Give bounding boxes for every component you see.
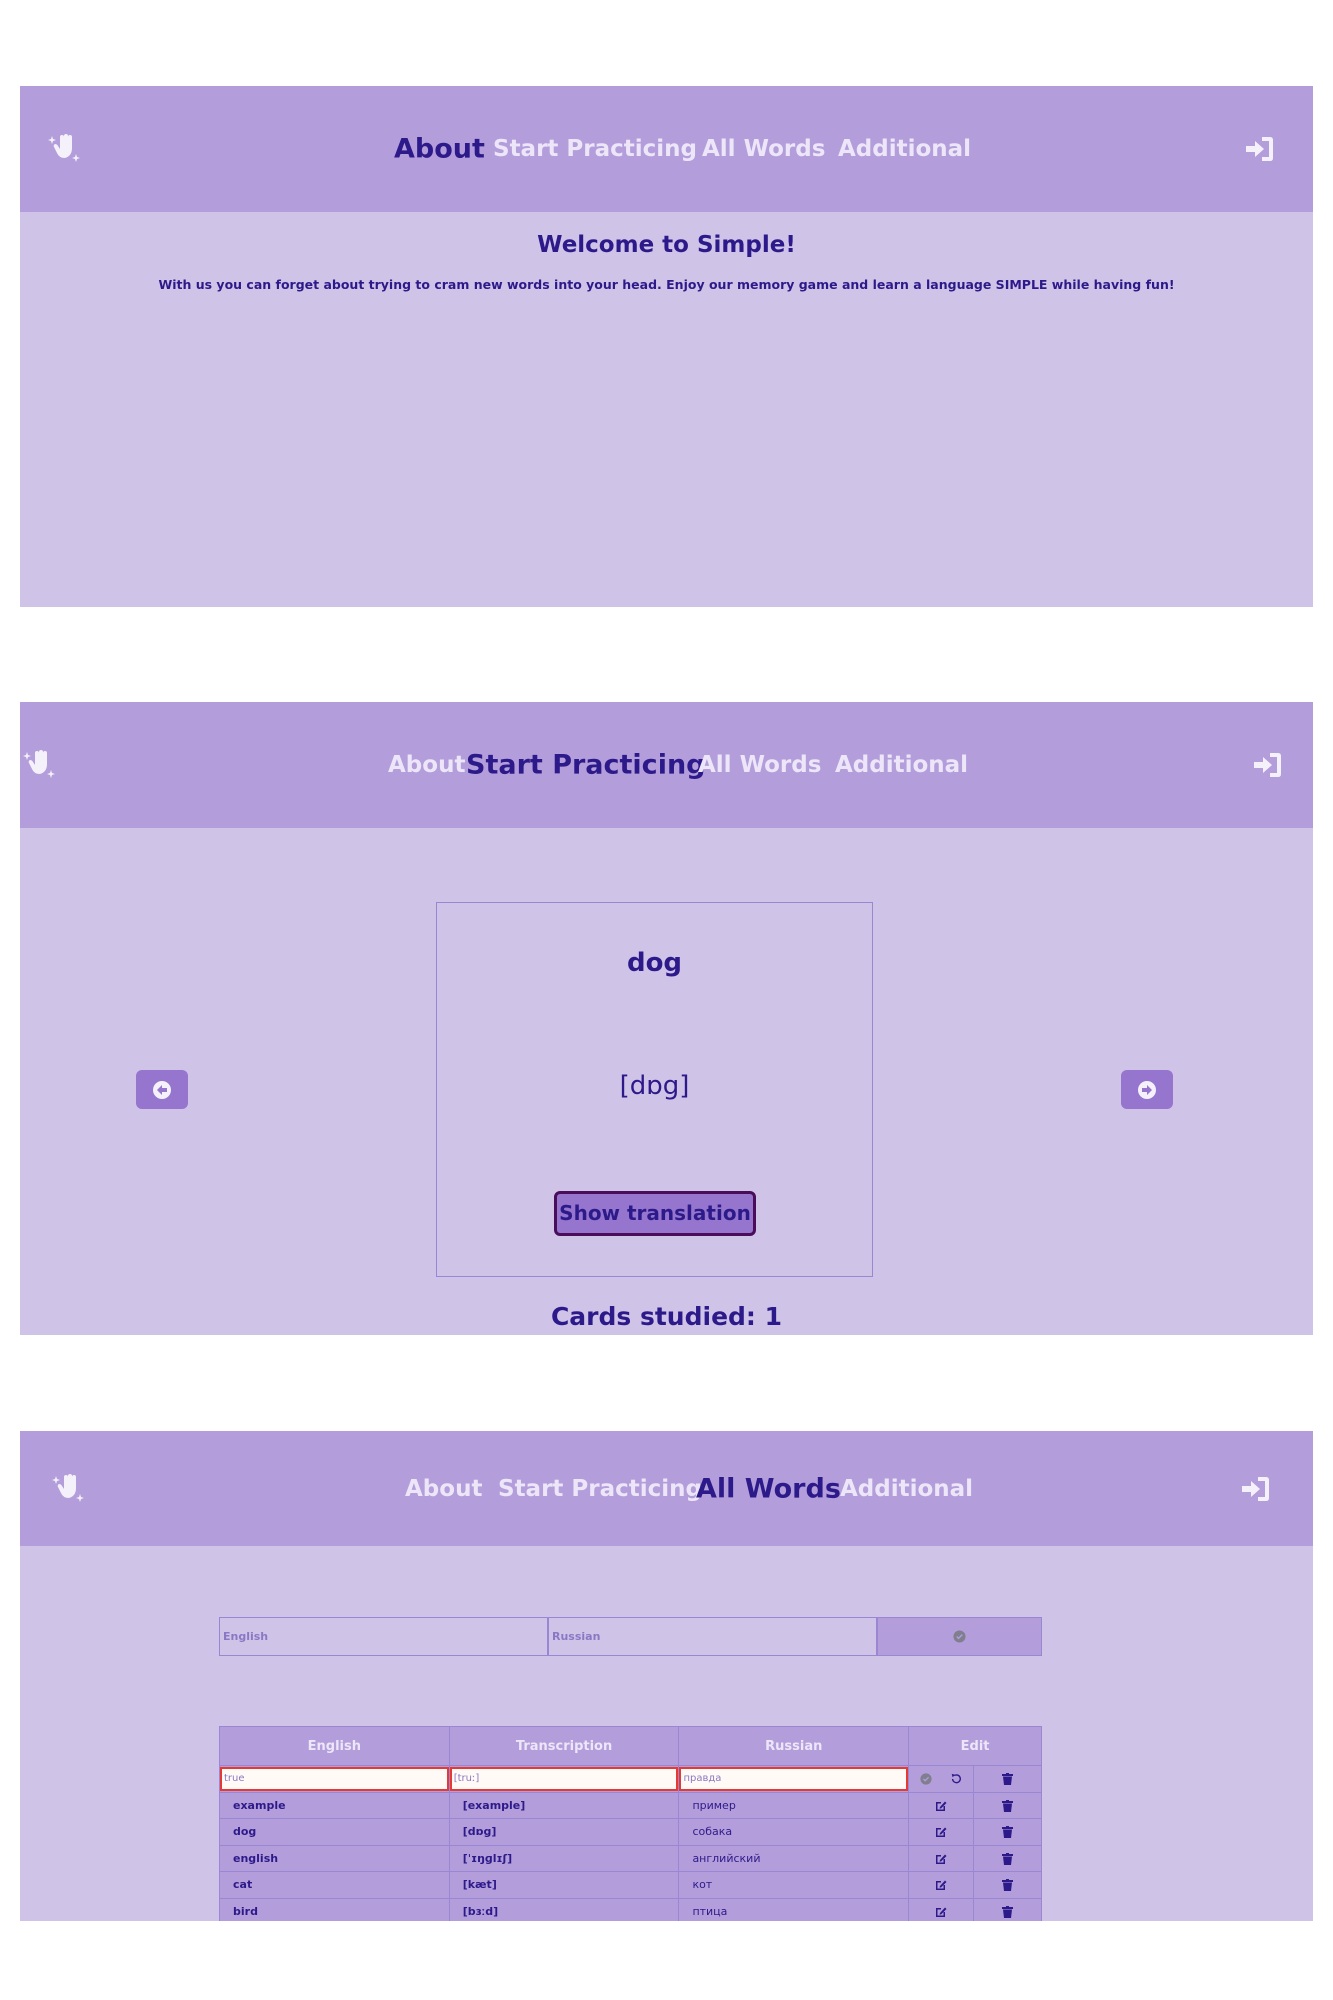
column-header-transcription: Transcription [448,1726,680,1766]
delete-cell [973,1765,1042,1793]
trash-icon[interactable] [1002,1905,1014,1918]
edit-transcription-input[interactable] [449,1766,679,1791]
sparkle-hand-icon[interactable] [48,134,82,164]
nav-about[interactable]: About [405,1476,482,1502]
arrow-circle-left-icon [153,1081,171,1099]
edit-cell [908,1871,975,1899]
about-screen: About Start Practicing All Words Additio… [20,86,1313,607]
transcription-cell: [example] [448,1791,680,1819]
edit-english-input[interactable] [220,1766,449,1791]
nav-about[interactable]: About [388,752,465,778]
transcription-cell: [dɒg] [448,1818,680,1846]
editing-row [219,1765,1042,1793]
welcome-text: With us you can forget about trying to c… [158,277,1175,292]
nav-additional[interactable]: Additional [840,1476,973,1502]
add-word-button[interactable] [877,1617,1042,1656]
table-header-row: English Transcription Russian Edit [219,1726,1042,1766]
russian-cell: собака [678,1818,910,1846]
practice-screen: About Start Practicing All Words Additio… [20,702,1313,1335]
sign-in-icon[interactable] [1242,1476,1270,1502]
nav-additional[interactable]: Additional [835,752,968,778]
edit-actions-cell [908,1765,975,1793]
table-row: bird [bɜːd] птица [219,1897,1042,1921]
undo-icon[interactable] [950,1773,962,1785]
delete-cell [973,1818,1042,1846]
edit-russian-cell [678,1765,910,1793]
edit-cell [908,1791,975,1819]
prev-card-button[interactable] [136,1070,188,1109]
table-row: english [ˈɪŋɡlɪʃ] английский [219,1844,1042,1872]
column-header-english: English [219,1726,450,1766]
english-input[interactable] [219,1617,548,1656]
english-cell: example [219,1791,450,1819]
header: About Start Practicing All Words Additio… [20,86,1313,212]
sparkle-hand-icon[interactable] [23,750,57,780]
delete-cell [973,1897,1042,1921]
add-word-form [219,1617,1042,1656]
edit-cell [908,1844,975,1872]
russian-input[interactable] [548,1617,877,1656]
trash-icon[interactable] [1002,1879,1014,1892]
cards-studied-counter: Cards studied: 1 [550,1302,783,1331]
table-row: example [example] пример [219,1791,1042,1819]
russian-cell: пример [678,1791,910,1819]
english-cell: english [219,1844,450,1872]
edit-english-cell [219,1765,450,1793]
sign-in-icon[interactable] [1246,136,1274,162]
all-words-screen: About Start Practicing All Words Additio… [20,1431,1313,1921]
sparkle-hand-icon[interactable] [52,1473,86,1504]
card-transcription: [dɒg] [619,1071,690,1101]
nav-all-words[interactable]: All Words [698,752,821,778]
nav-all-words[interactable]: All Words [702,136,825,162]
edit-icon[interactable] [935,1853,947,1865]
edit-icon[interactable] [935,1879,947,1891]
next-card-button[interactable] [1121,1070,1173,1109]
nav-additional[interactable]: Additional [838,136,971,162]
transcription-cell: [bɜːd] [448,1897,680,1921]
show-translation-button[interactable]: Show translation [554,1191,756,1236]
sign-in-icon[interactable] [1254,752,1282,778]
edit-cell [908,1897,975,1921]
arrow-circle-right-icon [1138,1081,1156,1099]
nav-start-practicing[interactable]: Start Practicing [498,1476,702,1502]
nav-all-words[interactable]: All Words [696,1473,841,1504]
english-cell: bird [219,1897,450,1921]
trash-icon[interactable] [1002,1826,1014,1839]
russian-cell: английский [678,1844,910,1872]
trash-icon[interactable] [1002,1799,1014,1812]
column-header-edit: Edit [908,1726,1042,1766]
nav-about[interactable]: About [394,134,485,165]
table-row: dog [dɒg] собака [219,1818,1042,1846]
english-cell: dog [219,1818,450,1846]
edit-icon[interactable] [935,1906,947,1918]
header: About Start Practicing All Words Additio… [20,1431,1313,1546]
welcome-title: Welcome to Simple! [537,232,796,258]
check-circle-icon[interactable] [920,1773,932,1785]
russian-cell: кот [678,1871,910,1899]
delete-cell [973,1791,1042,1819]
russian-cell: птица [678,1897,910,1921]
trash-icon[interactable] [1002,1773,1014,1786]
nav-start-practicing[interactable]: Start Practicing [466,750,706,781]
delete-cell [973,1844,1042,1872]
table-row: cat [kæt] кот [219,1871,1042,1899]
edit-transcription-cell [448,1765,680,1793]
flashcard: dog [dɒg] Show translation [436,902,873,1277]
edit-icon[interactable] [935,1826,947,1838]
words-table: English Transcription Russian Edit true … [219,1726,1042,1921]
english-cell: cat [219,1871,450,1899]
transcription-cell: [ˈɪŋɡlɪʃ] [448,1844,680,1872]
column-header-russian: Russian [678,1726,910,1766]
trash-icon[interactable] [1002,1852,1014,1865]
card-word: dog [626,948,683,978]
check-circle-icon [953,1630,966,1643]
transcription-cell: [kæt] [448,1871,680,1899]
delete-cell [973,1871,1042,1899]
header: About Start Practicing All Words Additio… [20,702,1313,828]
nav-start-practicing[interactable]: Start Practicing [493,136,697,162]
edit-cell [908,1818,975,1846]
edit-russian-input[interactable] [679,1766,909,1791]
edit-icon[interactable] [935,1800,947,1812]
